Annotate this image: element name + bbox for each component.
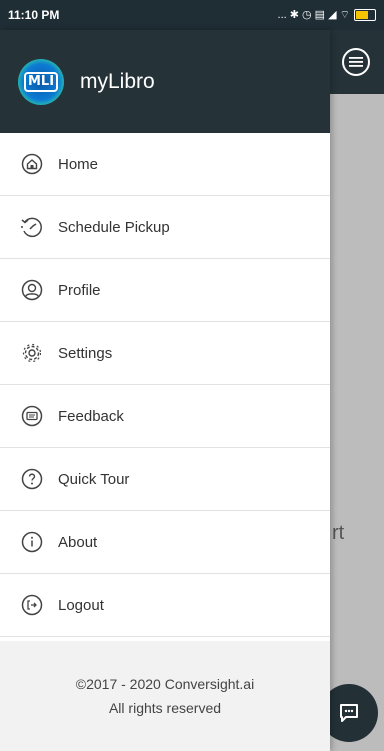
menu-label-logout: Logout	[58, 596, 104, 614]
drawer-header: MLI myLibro	[0, 30, 330, 133]
drawer-menu: Home Schedule Pickup Profile Settings Fe…	[0, 133, 330, 637]
menu-item-profile[interactable]: Profile	[0, 259, 330, 322]
logout-icon	[20, 593, 44, 617]
menu-label-about: About	[58, 533, 98, 551]
menu-item-logout[interactable]: Logout	[0, 574, 330, 637]
menu-label-feedback: Feedback	[58, 407, 124, 425]
status-indicator-icons: ... ✱ ◷ ▤ ◢ ⌔	[277, 9, 350, 21]
menu-label-quick-tour: Quick Tour	[58, 470, 130, 488]
menu-label-profile: Profile	[58, 281, 101, 299]
app-title: myLibro	[80, 69, 155, 93]
feedback-icon	[20, 404, 44, 428]
menu-item-feedback[interactable]: Feedback	[0, 385, 330, 448]
menu-label-home: Home	[58, 155, 99, 173]
drawer-footer: ©2017 - 2020 Conversight.ai All rights r…	[0, 641, 330, 751]
chat-icon	[340, 704, 358, 722]
home-icon	[20, 152, 44, 176]
list-menu-icon[interactable]	[342, 48, 370, 76]
menu-item-about[interactable]: About	[0, 511, 330, 574]
rights-text: All rights reserved	[108, 700, 222, 716]
status-bar: 11:10 PM ... ✱ ◷ ▤ ◢ ⌔	[0, 0, 384, 30]
schedule-icon	[20, 215, 44, 239]
app-logo-text: MLI	[23, 71, 59, 92]
profile-icon	[20, 278, 44, 302]
menu-item-schedule-pickup[interactable]: Schedule Pickup	[0, 196, 330, 259]
battery-icon	[354, 9, 376, 21]
app-logo: MLI	[18, 58, 64, 105]
navigation-drawer: MLI myLibro Home Schedule Pickup Profile	[0, 30, 330, 751]
menu-item-settings[interactable]: Settings	[0, 322, 330, 385]
menu-label-settings: Settings	[58, 344, 113, 362]
status-indicators: ... ✱ ◷ ▤ ◢ ⌔	[278, 8, 376, 22]
status-time: 11:10 PM	[8, 8, 60, 22]
menu-item-home[interactable]: Home	[0, 133, 330, 196]
background-partial-text: rt	[332, 522, 345, 544]
info-icon	[20, 530, 44, 554]
copyright-text: ©2017 - 2020 Conversight.ai	[75, 676, 255, 692]
menu-label-schedule-pickup: Schedule Pickup	[58, 218, 170, 236]
menu-item-quick-tour[interactable]: Quick Tour	[0, 448, 330, 511]
settings-icon	[20, 341, 44, 365]
help-icon	[20, 467, 44, 491]
